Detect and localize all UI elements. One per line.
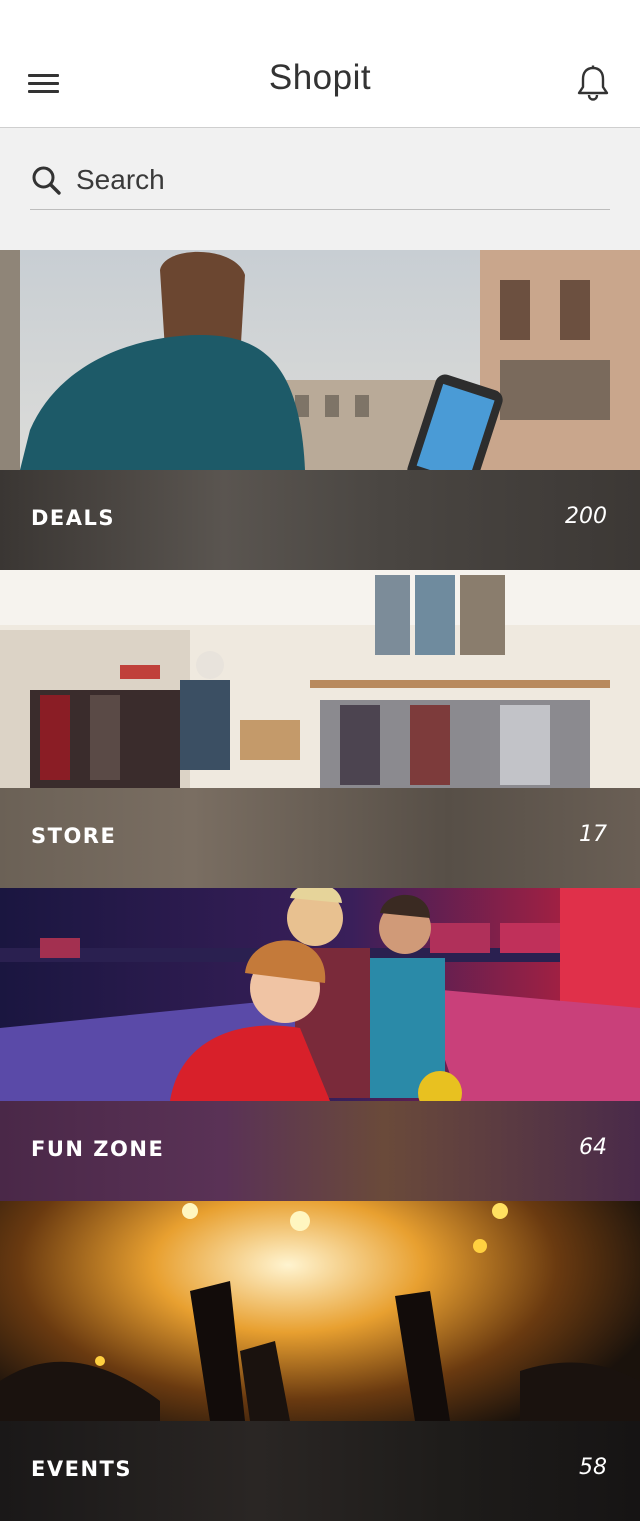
store-label-bar: STORE 17 — [0, 788, 640, 888]
category-card-events[interactable]: EVENTS 58 — [0, 1201, 640, 1521]
category-card-store[interactable]: STORE 17 — [0, 570, 640, 888]
search-field[interactable] — [30, 154, 610, 210]
app-header: Shopit — [0, 0, 640, 128]
store-count: 17 — [579, 822, 607, 847]
search-input[interactable] — [76, 160, 596, 200]
fun-zone-label: FUN ZONE — [31, 1137, 165, 1161]
category-card-fun-zone[interactable]: FUN ZONE 64 — [0, 888, 640, 1201]
fun-zone-count: 64 — [579, 1135, 607, 1160]
search-area — [0, 128, 640, 250]
notifications-button[interactable] — [574, 64, 612, 102]
deals-label-bar: DEALS 200 — [0, 470, 640, 570]
events-label: EVENTS — [31, 1457, 132, 1481]
events-label-bar: EVENTS 58 — [0, 1421, 640, 1521]
bell-icon — [577, 65, 609, 101]
search-icon — [32, 166, 61, 195]
deals-count: 200 — [565, 504, 607, 529]
category-card-deals[interactable]: DEALS 200 — [0, 250, 640, 570]
events-count: 58 — [579, 1455, 607, 1480]
app-title: Shopit — [268, 58, 372, 97]
fun-zone-label-bar: FUN ZONE 64 — [0, 1101, 640, 1201]
deals-label: DEALS — [31, 506, 116, 530]
store-label: STORE — [31, 824, 117, 848]
